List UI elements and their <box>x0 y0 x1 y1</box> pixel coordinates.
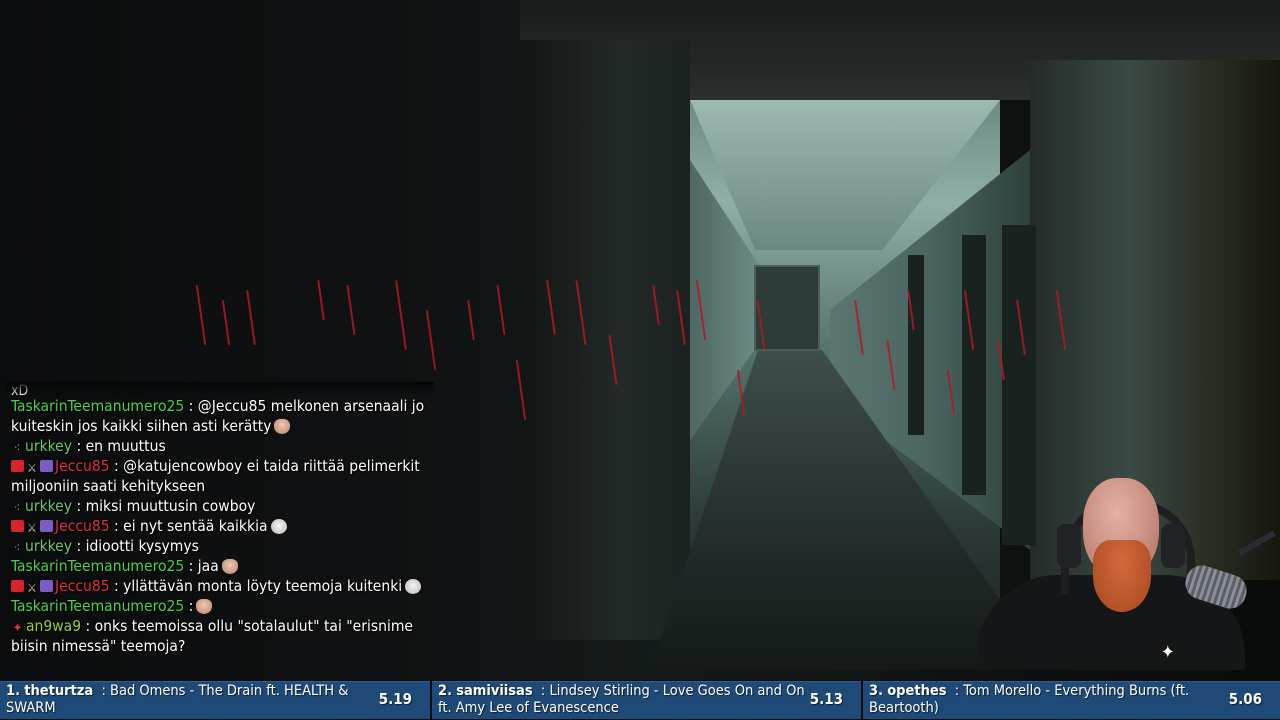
hand-emote-icon <box>221 559 238 574</box>
rain-streak <box>346 285 356 335</box>
chat-username[interactable]: TaskarinTeemanumero25 <box>11 557 184 575</box>
song-entry-text: 3. opethes : Tom Morello - Everything Bu… <box>869 683 1228 719</box>
chat-message: ⁖ urkkey : miksi muuttusin cowboy <box>6 496 434 516</box>
song-request-ticker: 1. theturtza : Bad Omens - The Drain ft.… <box>0 680 1280 720</box>
headphone-right-cup <box>1161 524 1185 568</box>
song-requester: theturtza <box>24 683 94 699</box>
chat-message: TaskarinTeemanumero25 : @Jeccu85 melkone… <box>6 396 434 436</box>
chat-username[interactable]: urkkey <box>25 497 72 515</box>
chat-message-text: : <box>188 597 194 615</box>
chat-message: ⁖ urkkey : en muuttus <box>6 436 434 456</box>
headphone-left-cup <box>1057 524 1081 568</box>
subscriber-icon <box>40 520 53 532</box>
chat-username[interactable]: Jeccu85 <box>55 517 110 535</box>
rain-streak <box>467 300 475 340</box>
streamer-beard <box>1093 540 1151 612</box>
rain-streak <box>395 280 407 350</box>
chat-message: ⚔ Jeccu85 : yllättävän monta löyty teemoj… <box>6 576 434 596</box>
chat-username[interactable]: urkkey <box>25 537 72 555</box>
song-rank: 2. <box>438 683 453 699</box>
chat-message-text: : miksi muuttusin cowboy <box>76 497 256 515</box>
sword-icon: ⚔ <box>27 461 37 475</box>
chat-fade <box>6 382 434 396</box>
scene-door <box>908 255 924 435</box>
hand-emote-icon <box>274 419 291 434</box>
song-entry-text: 1. theturtza : Bad Omens - The Drain ft.… <box>6 683 378 719</box>
sword-icon: ⚔ <box>27 521 37 535</box>
chat-message-text: : yllättävän monta löyty teemoja kuitenk… <box>114 577 403 595</box>
song-separator: : <box>950 683 960 699</box>
rain-streak <box>195 285 207 345</box>
chat-message-list: TaskarinTeemanumero25 : @Jeccu85 melkone… <box>6 396 434 656</box>
song-requester: opethes <box>887 683 947 699</box>
mic-arm <box>1238 530 1276 556</box>
chat-username[interactable]: TaskarinTeemanumero25 <box>11 597 184 615</box>
chat-username[interactable]: Jeccu85 <box>55 457 110 475</box>
song-entry: 2. samiviisas : Lindsey Stirling - Love … <box>432 681 861 719</box>
grin-emote-icon <box>270 519 287 534</box>
camera-icon <box>11 520 24 532</box>
chat-username[interactable]: an9wa9 <box>26 617 81 635</box>
chat-message-text: : jaa <box>188 557 219 575</box>
subscriber-icon <box>40 580 53 592</box>
song-rank: 3. <box>869 683 884 699</box>
rain-streak <box>496 285 506 335</box>
gift-icon: ⁖ <box>13 501 21 515</box>
chat-message-text: : idiootti kysymys <box>76 537 199 555</box>
song-entry: 1. theturtza : Bad Omens - The Drain ft.… <box>0 681 430 719</box>
chat-message: TaskarinTeemanumero25 : <box>6 596 434 616</box>
song-separator: : <box>97 683 106 699</box>
chat-message: ⚔ Jeccu85 : @katujencowboy ei taida riitt… <box>6 456 434 496</box>
webcam-overlay: ✦ <box>975 470 1280 670</box>
song-separator: : <box>536 683 546 699</box>
scene-door <box>962 235 986 495</box>
rain-streak <box>221 300 231 345</box>
song-score: 5.06 <box>1228 690 1262 708</box>
chat-message: ⁖ urkkey : idiootti kysymys <box>6 536 434 556</box>
scene-wall-left <box>520 40 690 640</box>
chat-message-text: : ei nyt sentää kaikkia <box>114 517 268 535</box>
chat-username[interactable]: urkkey <box>25 437 72 455</box>
chat-message: ⚔ Jeccu85 : ei nyt sentää kaikkia <box>6 516 434 536</box>
rain-streak <box>317 280 325 320</box>
song-requester: samiviisas <box>456 683 533 699</box>
grin-emote-icon <box>405 579 422 594</box>
rain-streak <box>246 290 256 345</box>
camera-icon <box>11 580 24 592</box>
song-score: 5.19 <box>378 690 412 708</box>
cross-badge-icon: ✦ <box>12 621 23 636</box>
chat-username[interactable]: Jeccu85 <box>55 577 110 595</box>
song-score: 5.13 <box>809 690 843 708</box>
hand-emote-icon <box>196 599 213 614</box>
sword-icon: ⚔ <box>27 581 37 595</box>
song-entry-text: 2. samiviisas : Lindsey Stirling - Love … <box>438 683 809 719</box>
camera-icon <box>11 460 24 472</box>
chat-overlay: xD TaskarinTeemanumero25 : @Jeccu85 melk… <box>6 382 434 678</box>
subscriber-icon <box>40 460 53 472</box>
song-rank: 1. <box>6 683 21 699</box>
chat-username[interactable]: TaskarinTeemanumero25 <box>11 397 184 415</box>
rain-streak <box>425 310 437 370</box>
chat-message-text: : en muuttus <box>76 437 166 455</box>
gift-icon: ⁖ <box>13 541 21 555</box>
chat-message: TaskarinTeemanumero25 : jaa <box>6 556 434 576</box>
puma-logo-icon: ✦ <box>1161 642 1175 663</box>
gift-icon: ⁖ <box>13 441 21 455</box>
chat-message: ✦ an9wa9 : onks teemoissa ollu "sotalaulu… <box>6 616 434 656</box>
song-entry: 3. opethes : Tom Morello - Everything Bu… <box>863 681 1280 719</box>
